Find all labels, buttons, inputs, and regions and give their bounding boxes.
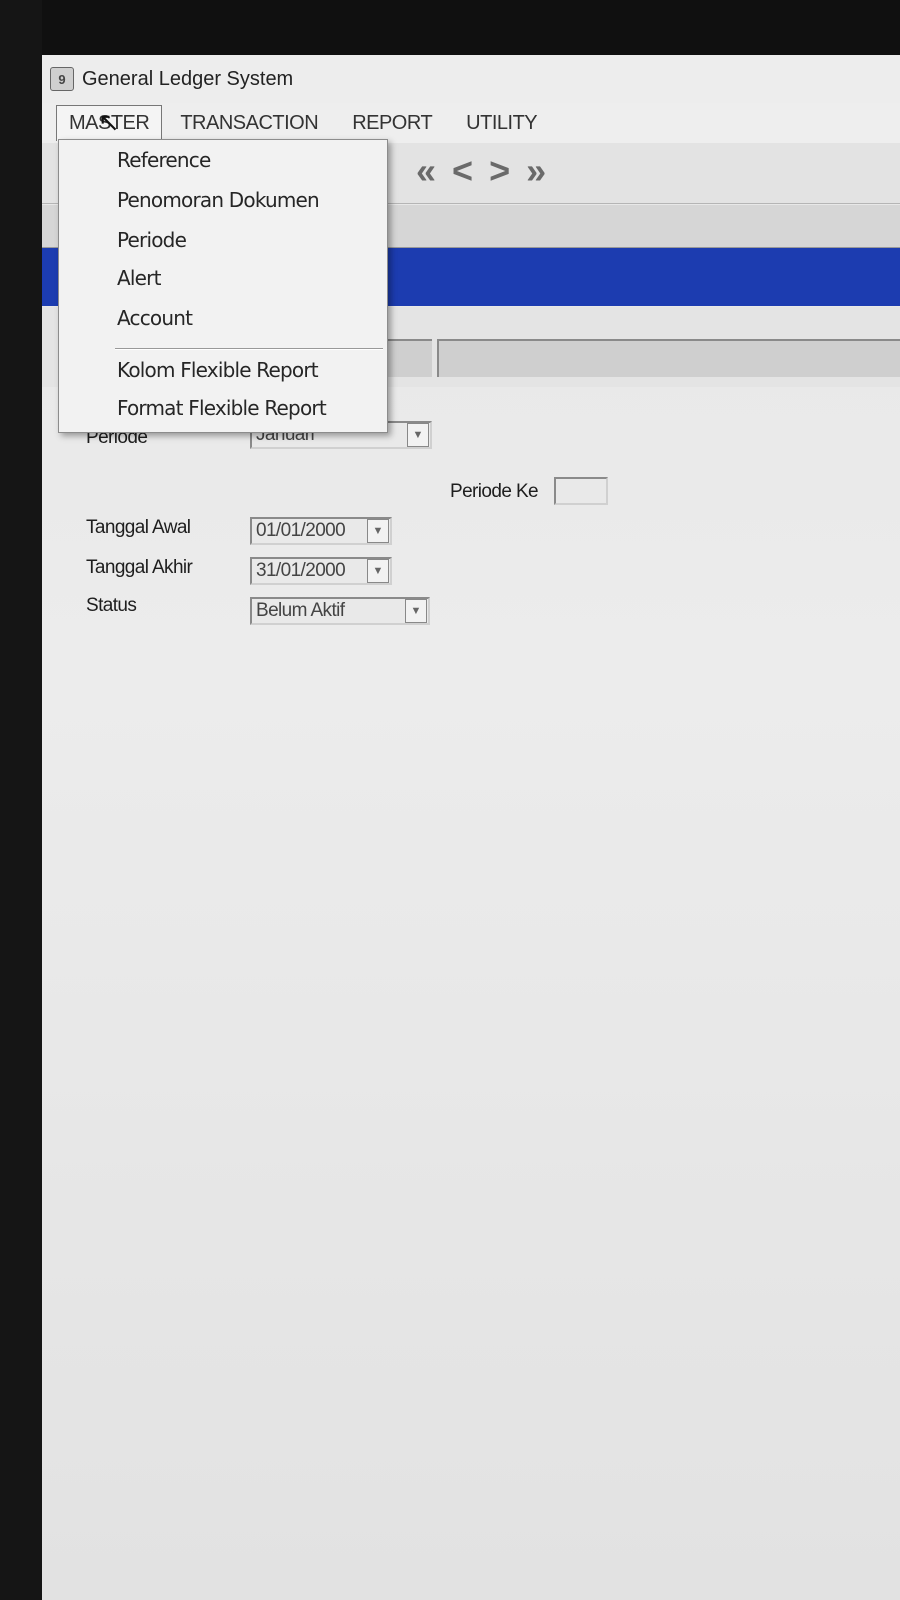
tanggal-akhir-picker[interactable]: 31/01/2000 ▼ [250,557,392,585]
menu-item-reference[interactable]: Reference [117,148,211,172]
periode-ke-input[interactable] [554,477,608,505]
menu-separator [115,348,383,350]
tanggal-akhir-label: Tanggal Akhir [86,557,193,578]
title-bar: 9 General Ledger System [42,55,900,103]
menu-bar: MASTER TRANSACTION REPORT UTILITY [42,103,900,143]
menu-item-periode[interactable]: Periode [117,228,187,252]
chevron-down-icon[interactable]: ▼ [367,559,389,583]
status-value: Belum Aktif [256,600,345,621]
next-record-icon[interactable]: > [485,151,514,191]
status-select[interactable]: Belum Aktif ▼ [250,597,430,625]
search-field[interactable] [437,339,900,377]
periode-ke-label: Periode Ke [450,481,539,502]
monitor-bezel-top [0,0,900,55]
menu-utility[interactable]: UTILITY [450,104,553,143]
last-record-icon[interactable]: » [522,151,550,191]
menu-transaction[interactable]: TRANSACTION [164,104,334,143]
menu-item-penomoran-dokumen[interactable]: Penomoran Dokumen [117,188,320,212]
tanggal-akhir-value: 31/01/2000 [256,560,346,581]
chevron-down-icon[interactable]: ▼ [405,599,427,623]
menu-item-kolom-flexible-report[interactable]: Kolom Flexible Report [117,358,319,382]
first-record-icon[interactable]: « [412,151,440,191]
menu-report[interactable]: REPORT [336,104,448,143]
chevron-down-icon[interactable]: ▼ [367,519,389,543]
app-icon: 9 [50,67,74,91]
menu-item-account[interactable]: Account [117,306,193,330]
menu-item-format-flexible-report[interactable]: Format Flexible Report [117,396,327,420]
monitor-bezel-left [0,0,42,1600]
record-navigation: « < > » [412,151,550,191]
tanggal-awal-picker[interactable]: 01/01/2000 ▼ [250,517,392,545]
mouse-cursor-icon: ↖ [98,107,120,137]
master-dropdown-menu: Reference Penomoran Dokumen Periode Aler… [58,139,388,433]
window-title: General Ledger System [82,67,294,90]
chevron-down-icon[interactable]: ▼ [407,423,429,447]
application-window: 9 General Ledger System MASTER TRANSACTI… [42,55,900,1600]
tanggal-awal-label: Tanggal Awal [86,517,191,538]
tanggal-awal-value: 01/01/2000 [256,520,346,541]
previous-record-icon[interactable]: < [448,151,477,191]
menu-item-alert[interactable]: Alert [117,266,161,290]
status-label: Status [86,595,137,616]
